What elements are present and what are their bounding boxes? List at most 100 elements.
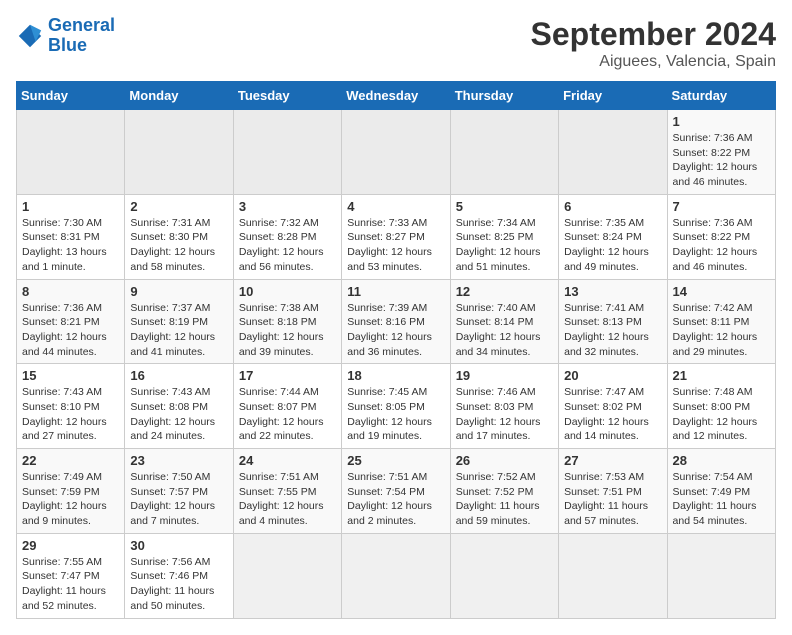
calendar-cell: 30Sunrise: 7:56 AMSunset: 7:46 PMDayligh… [125, 533, 233, 618]
day-info: Sunrise: 7:41 AMSunset: 8:13 PMDaylight:… [564, 301, 661, 360]
day-number: 5 [456, 199, 553, 214]
week-row-1: 1Sunrise: 7:30 AMSunset: 8:31 PMDaylight… [17, 194, 776, 279]
calendar-cell [125, 110, 233, 195]
calendar-cell: 11 Sunrise: 7:39 AMSunset: 8:16 PMDayligh… [342, 279, 450, 364]
day-info: Sunrise: 7:53 AMSunset: 7:51 PMDaylight:… [564, 470, 661, 529]
calendar-cell: 25 Sunrise: 7:51 AMSunset: 7:54 PMDayligh… [342, 449, 450, 534]
calendar-cell: 16Sunrise: 7:43 AMSunset: 8:08 PMDayligh… [125, 364, 233, 449]
week-row-5: 29Sunrise: 7:55 AMSunset: 7:47 PMDayligh… [17, 533, 776, 618]
calendar-cell: 9 Sunrise: 7:37 AMSunset: 8:19 PMDaylight… [125, 279, 233, 364]
calendar-cell: 22Sunrise: 7:49 AMSunset: 7:59 PMDayligh… [17, 449, 125, 534]
day-info: Sunrise: 7:40 AMSunset: 8:14 PMDaylight:… [456, 301, 553, 360]
calendar-cell: 20 Sunrise: 7:47 AMSunset: 8:02 PMDayligh… [559, 364, 667, 449]
day-number: 10 [239, 284, 336, 299]
day-number: 30 [130, 538, 227, 553]
calendar-cell: 2Sunrise: 7:31 AMSunset: 8:30 PMDaylight… [125, 194, 233, 279]
col-header-monday: Monday [125, 82, 233, 110]
logo-line2: Blue [48, 35, 87, 55]
day-info: Sunrise: 7:47 AMSunset: 8:02 PMDaylight:… [564, 385, 661, 444]
week-row-4: 22Sunrise: 7:49 AMSunset: 7:59 PMDayligh… [17, 449, 776, 534]
day-number: 8 [22, 284, 119, 299]
calendar-cell: 3 Sunrise: 7:32 AMSunset: 8:28 PMDaylight… [233, 194, 341, 279]
col-header-thursday: Thursday [450, 82, 558, 110]
calendar-cell [667, 533, 775, 618]
day-info: Sunrise: 7:36 AMSunset: 8:22 PMDaylight:… [673, 131, 770, 190]
day-number: 2 [130, 199, 227, 214]
day-number: 4 [347, 199, 444, 214]
calendar-cell: 21 Sunrise: 7:48 AMSunset: 8:00 PMDayligh… [667, 364, 775, 449]
calendar-cell [233, 533, 341, 618]
day-info: Sunrise: 7:35 AMSunset: 8:24 PMDaylight:… [564, 216, 661, 275]
day-info: Sunrise: 7:46 AMSunset: 8:03 PMDaylight:… [456, 385, 553, 444]
calendar-cell: 17Sunrise: 7:44 AMSunset: 8:07 PMDayligh… [233, 364, 341, 449]
calendar-title: September 2024 [531, 16, 776, 53]
logo-line1: General [48, 15, 115, 35]
day-number: 9 [130, 284, 227, 299]
calendar-cell: 14 Sunrise: 7:42 AMSunset: 8:11 PMDayligh… [667, 279, 775, 364]
logo-icon [16, 22, 44, 50]
day-info: Sunrise: 7:34 AMSunset: 8:25 PMDaylight:… [456, 216, 553, 275]
calendar-cell: 28Sunrise: 7:54 AMSunset: 7:49 PMDayligh… [667, 449, 775, 534]
day-number: 20 [564, 368, 661, 383]
day-number: 7 [673, 199, 770, 214]
calendar-cell [342, 110, 450, 195]
day-info: Sunrise: 7:51 AMSunset: 7:54 PMDaylight:… [347, 470, 444, 529]
col-header-friday: Friday [559, 82, 667, 110]
day-info: Sunrise: 7:38 AMSunset: 8:18 PMDaylight:… [239, 301, 336, 360]
day-number: 19 [456, 368, 553, 383]
calendar-cell: 26Sunrise: 7:52 AMSunset: 7:52 PMDayligh… [450, 449, 558, 534]
calendar-cell: 13 Sunrise: 7:41 AMSunset: 8:13 PMDayligh… [559, 279, 667, 364]
calendar-cell: 8 Sunrise: 7:36 AMSunset: 8:21 PMDaylight… [17, 279, 125, 364]
day-number: 11 [347, 284, 444, 299]
day-info: Sunrise: 7:30 AMSunset: 8:31 PMDaylight:… [22, 216, 119, 275]
calendar-cell [450, 533, 558, 618]
calendar-cell [17, 110, 125, 195]
day-number: 3 [239, 199, 336, 214]
day-info: Sunrise: 7:36 AMSunset: 8:21 PMDaylight:… [22, 301, 119, 360]
day-number: 17 [239, 368, 336, 383]
calendar-cell: 27 Sunrise: 7:53 AMSunset: 7:51 PMDayligh… [559, 449, 667, 534]
calendar-cell: 1Sunrise: 7:36 AMSunset: 8:22 PMDaylight… [667, 110, 775, 195]
day-info: Sunrise: 7:45 AMSunset: 8:05 PMDaylight:… [347, 385, 444, 444]
day-info: Sunrise: 7:50 AMSunset: 7:57 PMDaylight:… [130, 470, 227, 529]
day-number: 12 [456, 284, 553, 299]
calendar-cell: 12 Sunrise: 7:40 AMSunset: 8:14 PMDayligh… [450, 279, 558, 364]
day-info: Sunrise: 7:32 AMSunset: 8:28 PMDaylight:… [239, 216, 336, 275]
week-row-2: 8 Sunrise: 7:36 AMSunset: 8:21 PMDaylight… [17, 279, 776, 364]
day-number: 6 [564, 199, 661, 214]
day-info: Sunrise: 7:37 AMSunset: 8:19 PMDaylight:… [130, 301, 227, 360]
day-number: 26 [456, 453, 553, 468]
calendar-cell: 29Sunrise: 7:55 AMSunset: 7:47 PMDayligh… [17, 533, 125, 618]
day-info: Sunrise: 7:43 AMSunset: 8:10 PMDaylight:… [22, 385, 119, 444]
day-info: Sunrise: 7:42 AMSunset: 8:11 PMDaylight:… [673, 301, 770, 360]
day-number: 18 [347, 368, 444, 383]
calendar-table: SundayMondayTuesdayWednesdayThursdayFrid… [16, 81, 776, 619]
day-number: 24 [239, 453, 336, 468]
day-number: 27 [564, 453, 661, 468]
day-number: 21 [673, 368, 770, 383]
calendar-cell: 6 Sunrise: 7:35 AMSunset: 8:24 PMDaylight… [559, 194, 667, 279]
day-info: Sunrise: 7:51 AMSunset: 7:55 PMDaylight:… [239, 470, 336, 529]
col-header-sunday: Sunday [17, 82, 125, 110]
calendar-cell [559, 533, 667, 618]
week-row-3: 15 Sunrise: 7:43 AMSunset: 8:10 PMDayligh… [17, 364, 776, 449]
day-info: Sunrise: 7:39 AMSunset: 8:16 PMDaylight:… [347, 301, 444, 360]
day-number: 25 [347, 453, 444, 468]
day-number: 13 [564, 284, 661, 299]
calendar-cell [450, 110, 558, 195]
calendar-cell: 5 Sunrise: 7:34 AMSunset: 8:25 PMDaylight… [450, 194, 558, 279]
title-block: September 2024 Aiguees, Valencia, Spain [531, 16, 776, 71]
day-info: Sunrise: 7:48 AMSunset: 8:00 PMDaylight:… [673, 385, 770, 444]
day-number: 14 [673, 284, 770, 299]
col-header-wednesday: Wednesday [342, 82, 450, 110]
day-number: 15 [22, 368, 119, 383]
calendar-cell [559, 110, 667, 195]
day-number: 16 [130, 368, 227, 383]
calendar-cell: 18 Sunrise: 7:45 AMSunset: 8:05 PMDayligh… [342, 364, 450, 449]
day-info: Sunrise: 7:49 AMSunset: 7:59 PMDaylight:… [22, 470, 119, 529]
calendar-cell [342, 533, 450, 618]
col-header-tuesday: Tuesday [233, 82, 341, 110]
logo-text: General Blue [48, 16, 115, 56]
col-header-saturday: Saturday [667, 82, 775, 110]
calendar-header-row: SundayMondayTuesdayWednesdayThursdayFrid… [17, 82, 776, 110]
